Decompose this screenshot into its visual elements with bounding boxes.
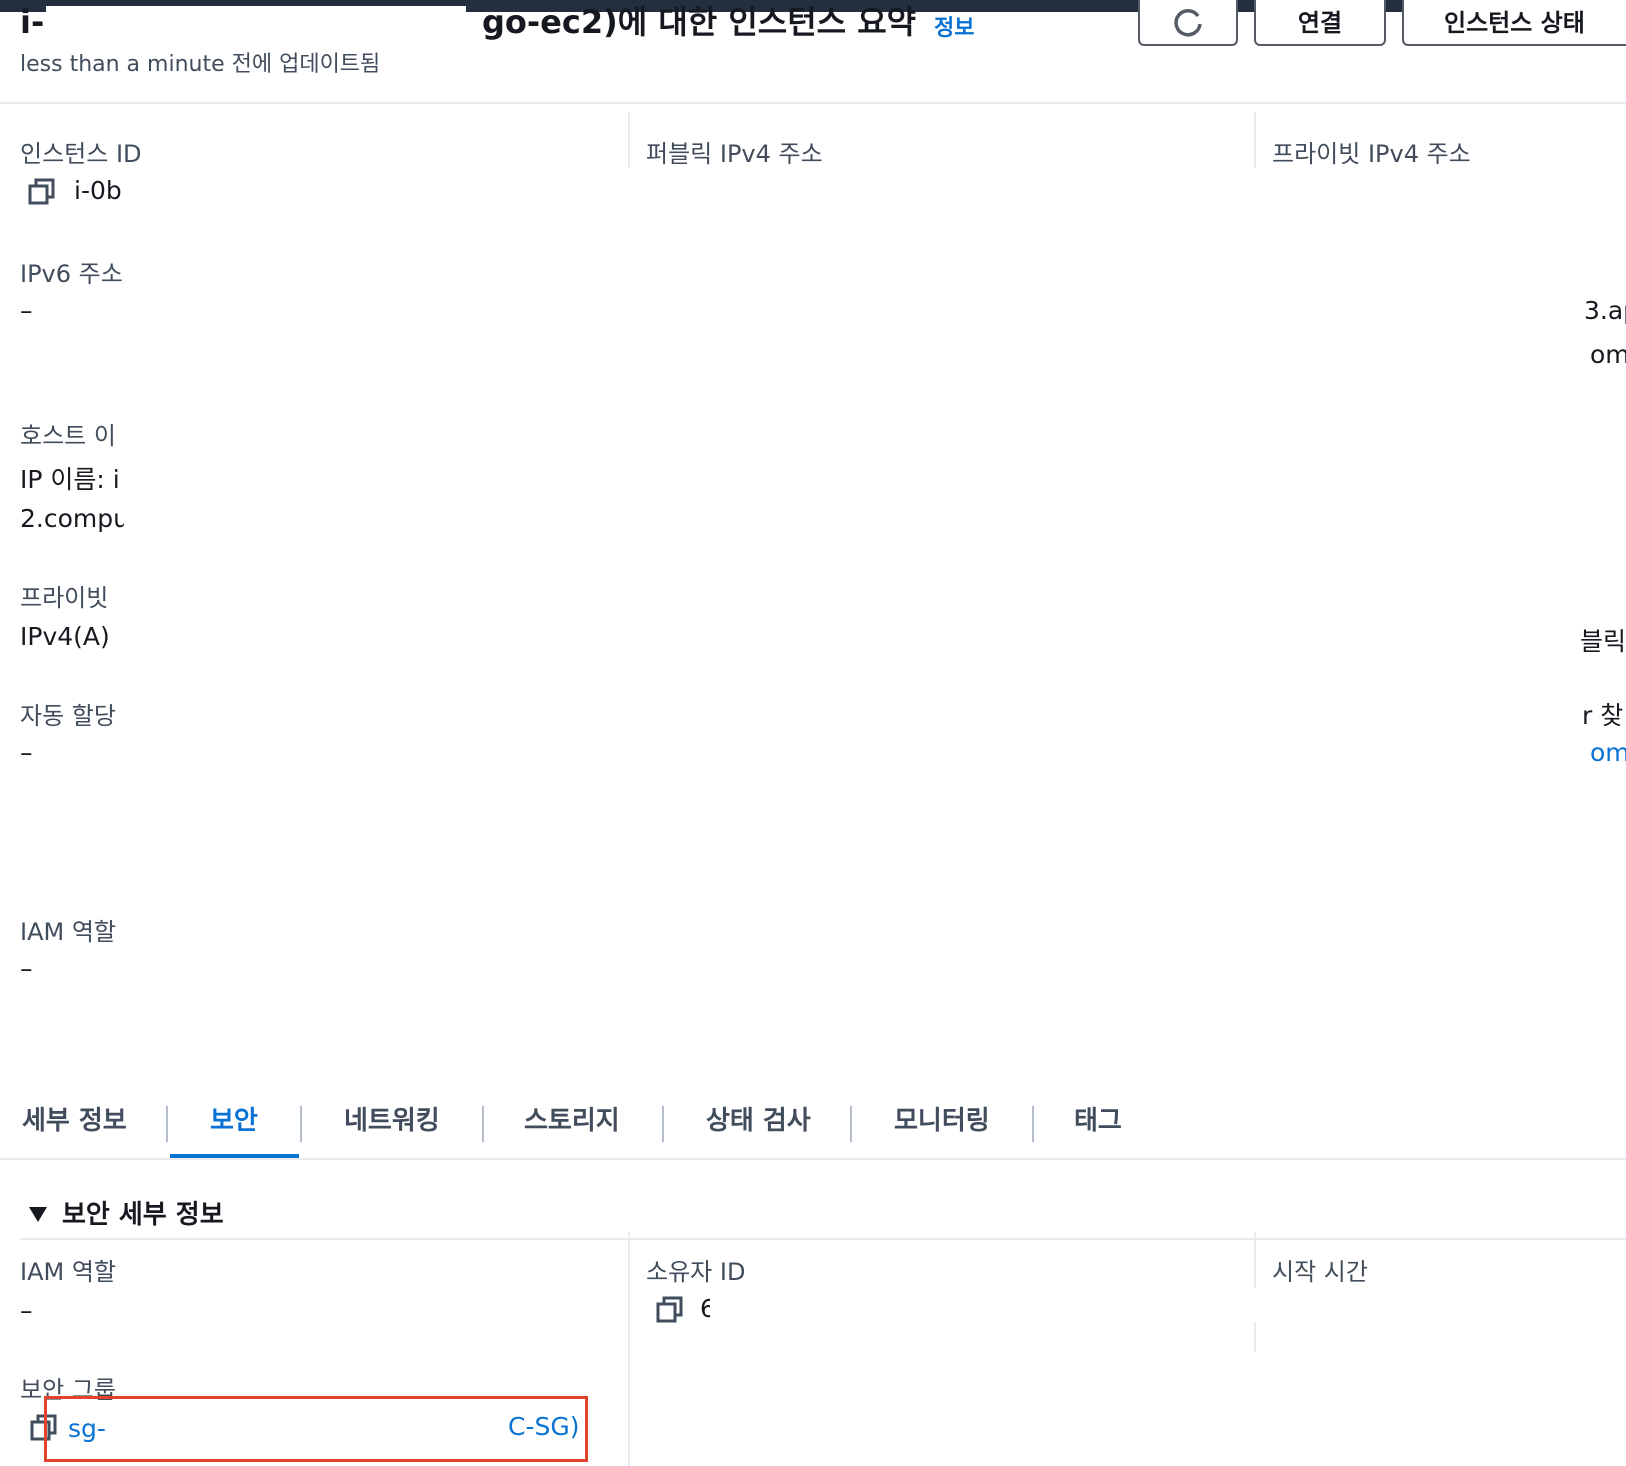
- page-title: go-ec2)에 대한 인스턴스 요약: [482, 3, 917, 41]
- copy-icon: [656, 1296, 683, 1323]
- tab-separator: [850, 1106, 852, 1142]
- tab-separator: [662, 1106, 664, 1142]
- tab-storage[interactable]: 스토리지: [524, 1100, 620, 1137]
- security-details-toggle[interactable]: 보안 세부 정보: [28, 1194, 224, 1231]
- ipv6-value: –: [20, 296, 33, 325]
- security-iam-role-value: –: [20, 1296, 33, 1325]
- col3-fragment: om: [1590, 340, 1626, 369]
- private-dns-label: 프라이빗: [20, 584, 109, 612]
- column-divider: [628, 112, 630, 170]
- tab-separator: [300, 1106, 302, 1142]
- tab-networking[interactable]: 네트워킹: [344, 1100, 440, 1137]
- launch-time-label: 시작 시간: [1272, 1258, 1368, 1286]
- refresh-button[interactable]: [1138, 0, 1238, 46]
- copy-owner-id[interactable]: [656, 1296, 684, 1328]
- tab-details[interactable]: 세부 정보: [22, 1100, 127, 1137]
- tab-tags[interactable]: 태그: [1074, 1100, 1122, 1137]
- ipv6-label: IPv6 주소: [20, 260, 123, 288]
- iam-role-value: –: [20, 954, 33, 983]
- col3-link-fragment[interactable]: om: [1590, 738, 1626, 767]
- redaction-overlay: [124, 168, 1580, 1100]
- hostname-value-cont: 2.compu: [20, 504, 129, 533]
- tab-monitoring[interactable]: 모니터링: [894, 1100, 990, 1137]
- auto-assign-value: –: [20, 738, 33, 767]
- copy-icon: [28, 178, 55, 205]
- security-iam-role-label: IAM 역할: [20, 1258, 116, 1286]
- tab-separator: [482, 1106, 484, 1142]
- instance-id-value: i-0b: [74, 176, 122, 205]
- instance-id-label: 인스턴스 ID: [20, 140, 142, 168]
- tab-separator: [166, 1106, 168, 1142]
- hostname-label: 호스트 이: [20, 422, 116, 450]
- highlight-box: [44, 1396, 588, 1462]
- tabs-divider: [0, 1158, 1626, 1160]
- public-ipv4-label: 퍼블릭 IPv4 주소: [646, 140, 823, 168]
- owner-id-value: 6: [700, 1294, 710, 1323]
- last-updated-text: less than a minute 전에 업데이트됨: [20, 52, 381, 77]
- security-details-title: 보안 세부 정보: [62, 1200, 224, 1230]
- owner-id-label: 소유자 ID: [646, 1258, 746, 1286]
- section-divider: [20, 1238, 1626, 1240]
- column-divider: [628, 1232, 630, 1466]
- private-dns-value: IPv4(A): [20, 622, 110, 651]
- col3-fragment: r 찾: [1582, 701, 1624, 730]
- tab-separator: [1032, 1106, 1034, 1142]
- auto-assign-label: 자동 할당: [20, 702, 116, 730]
- iam-role-label: IAM 역할: [20, 918, 116, 946]
- copy-instance-id[interactable]: [28, 178, 56, 210]
- caret-down-icon: [29, 1207, 47, 1222]
- col3-fragment: 블릭: [1580, 627, 1626, 656]
- private-ipv4-label: 프라이빗 IPv4 주소: [1272, 140, 1471, 168]
- column-divider: [1254, 1322, 1256, 1352]
- redaction-box: [46, 6, 466, 48]
- hostname-value: IP 이름: i: [20, 465, 120, 494]
- tab-status-checks[interactable]: 상태 검사: [706, 1100, 811, 1137]
- instance-state-button[interactable]: 인스턴스 상태: [1402, 0, 1626, 46]
- col3-fragment: 3.ap: [1584, 296, 1626, 325]
- header-divider: [0, 102, 1626, 104]
- column-divider: [1254, 1232, 1256, 1288]
- info-link[interactable]: 정보: [934, 10, 974, 42]
- refresh-icon: [1174, 8, 1202, 37]
- tab-security[interactable]: 보안: [210, 1100, 258, 1137]
- column-divider: [1254, 112, 1256, 170]
- connect-button[interactable]: 연결: [1254, 0, 1386, 46]
